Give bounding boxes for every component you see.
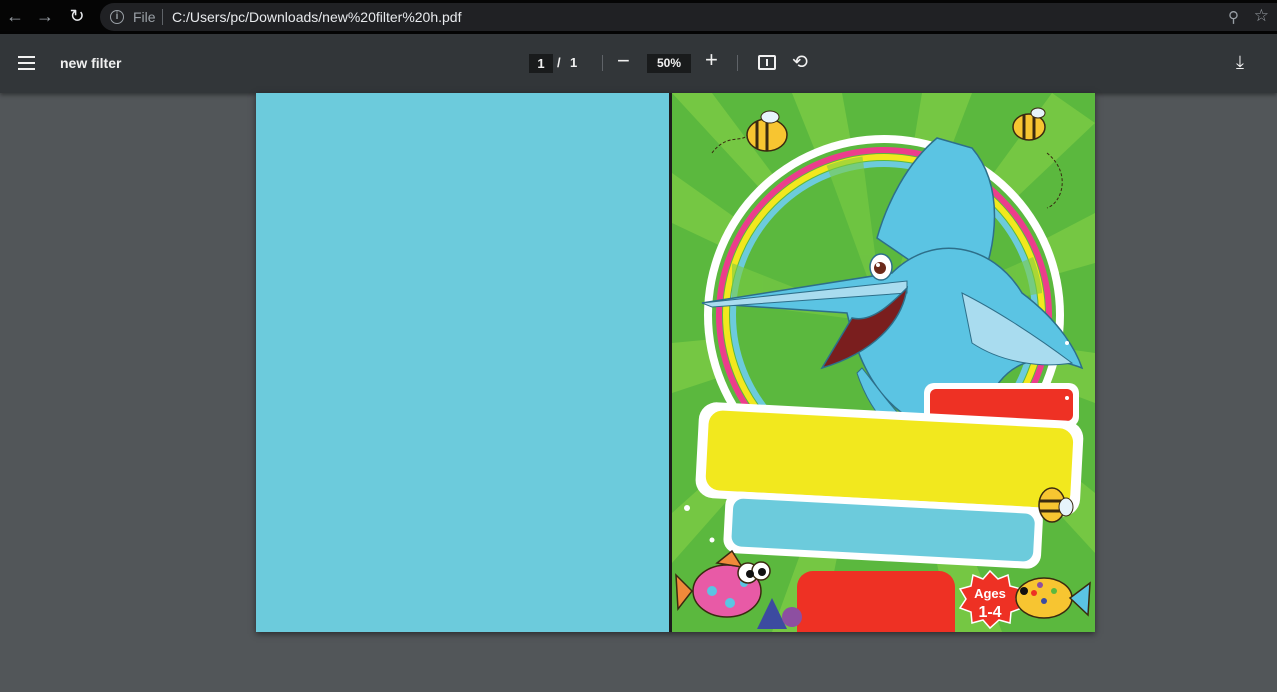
- fit-to-page-icon[interactable]: [758, 55, 776, 70]
- page-separator: /: [557, 55, 561, 70]
- page-number-input[interactable]: 1: [529, 54, 553, 73]
- document-title: new filter: [60, 55, 122, 71]
- browser-bar: ← → ↻ i File C:/Users/pc/Downloads/new%2…: [0, 0, 1277, 34]
- reload-icon[interactable]: ↻: [66, 5, 88, 27]
- toolbar-divider: [602, 55, 603, 71]
- pdf-toolbar: new filter 1 / 1 − 50% + ⟲ ⤓: [0, 34, 1277, 93]
- zoom-in-icon[interactable]: +: [705, 47, 718, 73]
- menu-icon[interactable]: [18, 56, 35, 70]
- pdf-page: Ages 1-4: [256, 93, 1095, 632]
- file-label: File: [133, 9, 156, 25]
- zoom-level-input[interactable]: 50%: [647, 54, 691, 73]
- back-icon[interactable]: ←: [4, 5, 26, 27]
- info-icon[interactable]: i: [110, 10, 124, 24]
- front-cover-illustration: Ages 1-4: [672, 93, 1095, 632]
- url-text[interactable]: C:/Users/pc/Downloads/new%20filter%20h.p…: [172, 9, 461, 25]
- circle-shape: [782, 607, 802, 627]
- zoom-out-icon[interactable]: −: [617, 48, 630, 74]
- bookmark-star-icon[interactable]: ☆: [1254, 6, 1269, 26]
- ages-badge-label: Ages: [974, 586, 1006, 601]
- back-cover: [256, 93, 669, 632]
- forward-icon[interactable]: →: [34, 5, 56, 27]
- zoom-magnifier-icon[interactable]: ⚲: [1228, 8, 1239, 26]
- rotate-icon[interactable]: ⟲: [792, 51, 808, 74]
- download-icon[interactable]: ⤓: [1236, 52, 1244, 73]
- banner-bottom-red: [797, 571, 955, 632]
- front-cover: Ages 1-4: [672, 93, 1095, 632]
- address-divider: [162, 9, 163, 25]
- address-bar[interactable]: i File C:/Users/pc/Downloads/new%20filte…: [100, 3, 1277, 31]
- page-total: 1: [570, 55, 578, 70]
- ages-badge-range: 1-4: [978, 604, 1001, 621]
- toolbar-divider: [737, 55, 738, 71]
